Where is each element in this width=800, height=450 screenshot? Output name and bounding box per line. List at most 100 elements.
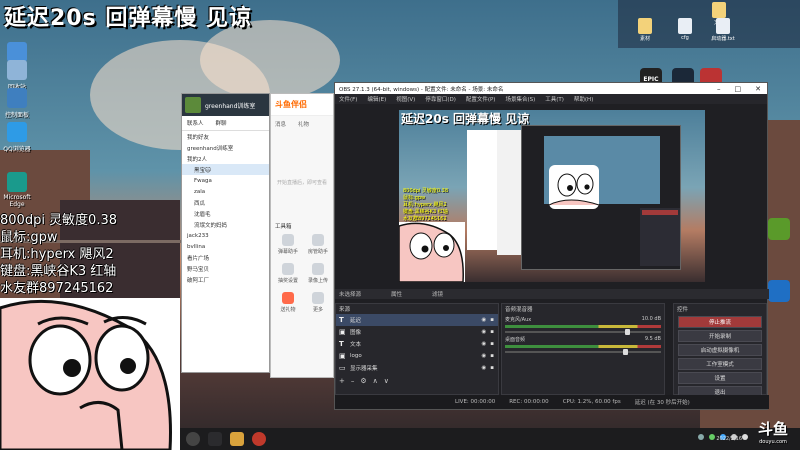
stream-title: 延迟20s 回弹幕慢 见谅 bbox=[4, 6, 253, 31]
close-icon[interactable]: ✕ bbox=[755, 85, 761, 93]
list-item[interactable]: bvllina bbox=[182, 241, 269, 252]
lock-icon[interactable]: ▪ bbox=[490, 353, 494, 359]
douyu-watermark: 斗鱼 douyu.com bbox=[748, 418, 798, 448]
add-source-icon[interactable]: + bbox=[339, 377, 345, 385]
tab-contacts[interactable]: 联系人 bbox=[187, 119, 204, 127]
list-item[interactable]: 我的好友 bbox=[182, 131, 269, 142]
remove-source-icon[interactable]: – bbox=[351, 377, 355, 385]
list-item[interactable]: zala bbox=[182, 186, 269, 197]
desktop-file[interactable]: 素材 bbox=[632, 18, 658, 42]
obs-preview[interactable]: 延迟20s 回弹幕慢 见谅 800dpi 灵敏度0.38 鼠标:gpw 耳机:h… bbox=[399, 110, 705, 282]
streamer-specs: 800dpi 灵敏度0.38 鼠标:gpw 耳机:hyperx 飓风2 键盘:黑… bbox=[0, 212, 185, 297]
menu-item[interactable]: 文件(F) bbox=[339, 95, 357, 103]
list-item[interactable]: 野马宝贝 bbox=[182, 263, 269, 274]
nvidia-icon[interactable] bbox=[768, 218, 790, 240]
wechat-icon[interactable] bbox=[709, 434, 715, 440]
list-item[interactable]: Fwaga bbox=[182, 175, 269, 186]
source-item[interactable]: ▭ 显示器采集 ◉ ▪ bbox=[336, 362, 498, 374]
desktop-file[interactable]: cfg bbox=[672, 18, 698, 41]
tool-button[interactable]: 房管助手 bbox=[305, 234, 331, 255]
menu-item[interactable]: 帮助(H) bbox=[574, 95, 593, 103]
file-explorer-icon[interactable] bbox=[230, 432, 244, 446]
desktop-icon[interactable]: 控制面板 bbox=[0, 88, 34, 119]
control-button[interactable]: 启动虚拟摄像机 bbox=[678, 344, 762, 356]
list-item[interactable]: 我的2人 bbox=[182, 153, 269, 164]
visibility-eye-icon[interactable]: ◉ bbox=[481, 341, 486, 347]
list-item[interactable]: greenhand训练室 bbox=[182, 142, 269, 153]
visibility-eye-icon[interactable]: ◉ bbox=[481, 365, 486, 371]
move-down-icon[interactable]: ∨ bbox=[384, 377, 389, 385]
list-item[interactable]: 看片广场 bbox=[182, 252, 269, 263]
obs-taskbar-icon[interactable] bbox=[252, 432, 266, 446]
control-button[interactable]: 工作室模式 bbox=[678, 358, 762, 370]
mixer-channel-name: 麦克风/Aux bbox=[505, 317, 532, 323]
tool-button[interactable]: 更多 bbox=[305, 292, 331, 313]
spec-line: 耳机:hyperx 飓风2 bbox=[0, 247, 114, 262]
desktop-icon-label: Microsoft Edge bbox=[3, 194, 31, 208]
source-item[interactable]: T 文本 ◉ ▪ bbox=[336, 338, 498, 350]
list-item[interactable]: 黑宝🐱 bbox=[182, 164, 269, 175]
source-item[interactable]: ▣ 图像 ◉ ▪ bbox=[336, 326, 498, 338]
volume-slider[interactable] bbox=[505, 329, 661, 335]
source-item[interactable]: T 延迟 ◉ ▪ bbox=[336, 314, 498, 326]
obs-window[interactable]: OBS 27.1.3 (64-bit, windows) - 配置文件: 未命名… bbox=[334, 82, 769, 410]
desktop-icon[interactable]: QQ浏览器 bbox=[0, 122, 34, 153]
qq-window[interactable]: greenhand训练室 联系人 群聊 我的好友 greenhand训练室 我的2人… bbox=[181, 93, 270, 373]
list-item[interactable]: 沈眉毛 bbox=[182, 208, 269, 219]
visibility-eye-icon[interactable]: ◉ bbox=[481, 353, 486, 359]
task-view-icon[interactable] bbox=[208, 432, 222, 446]
avatar[interactable] bbox=[185, 97, 201, 113]
list-item[interactable]: 西瓜 bbox=[182, 197, 269, 208]
gear-icon[interactable]: ⚙ bbox=[360, 377, 366, 385]
volume-knob[interactable] bbox=[623, 349, 628, 355]
filters-button[interactable]: 滤镜 bbox=[432, 290, 443, 298]
tool-button[interactable]: 抽奖设置 bbox=[275, 263, 301, 284]
preview-assistant bbox=[497, 130, 521, 255]
volume-slider[interactable] bbox=[505, 349, 661, 355]
tool-button[interactable]: 送礼物 bbox=[275, 292, 301, 313]
menu-item[interactable]: 工具(T) bbox=[545, 95, 564, 103]
properties-button[interactable]: 属性 bbox=[391, 290, 402, 298]
tab-groups[interactable]: 群聊 bbox=[216, 119, 227, 127]
control-button[interactable]: 停止推流 bbox=[678, 316, 762, 328]
list-item[interactable]: jack233 bbox=[182, 230, 269, 241]
maximize-icon[interactable]: □ bbox=[735, 85, 742, 93]
menu-item[interactable]: 视图(V) bbox=[396, 95, 415, 103]
control-button[interactable]: 设置 bbox=[678, 372, 762, 384]
move-up-icon[interactable]: ∧ bbox=[373, 377, 378, 385]
menu-item[interactable]: 编辑(E) bbox=[367, 95, 386, 103]
qq-account-name: greenhand训练室 bbox=[205, 102, 256, 110]
list-item[interactable]: 流氓文的妈妈 bbox=[182, 219, 269, 230]
tab-messages[interactable]: 消息 bbox=[275, 120, 286, 128]
visibility-eye-icon[interactable]: ◉ bbox=[481, 329, 486, 335]
teamviewer-icon[interactable] bbox=[768, 280, 790, 302]
start-icon[interactable] bbox=[186, 432, 200, 446]
tray-icon[interactable] bbox=[698, 434, 704, 440]
minimize-icon[interactable]: – bbox=[717, 85, 721, 93]
tool-button[interactable]: 弹幕助手 bbox=[275, 234, 301, 255]
lock-icon[interactable]: ▪ bbox=[490, 365, 494, 371]
recycle-bin-icon bbox=[7, 60, 27, 80]
menu-item[interactable]: 场景集合(S) bbox=[505, 95, 535, 103]
menu-item[interactable]: 配置文件(P) bbox=[466, 95, 496, 103]
lock-icon[interactable]: ▪ bbox=[490, 317, 494, 323]
douyu-assistant-window[interactable]: 斗鱼伴侣 消息 礼物 开始直播后，即可查看 工具箱 弹幕助手 房管助手 抽奖设置 录像… bbox=[270, 93, 334, 378]
assistant-header: 斗鱼伴侣 bbox=[271, 94, 333, 116]
lock-icon[interactable]: ▪ bbox=[490, 341, 494, 347]
tool-icon bbox=[312, 292, 324, 304]
taskbar-clock[interactable]: 2022/2/16 bbox=[716, 436, 742, 443]
control-button[interactable]: 开始录制 bbox=[678, 330, 762, 342]
lock-icon[interactable]: ▪ bbox=[490, 329, 494, 335]
desktop-icon[interactable]: Microsoft Edge bbox=[0, 172, 34, 208]
visibility-eye-icon[interactable]: ◉ bbox=[481, 317, 486, 323]
menu-item[interactable]: 停靠窗口(D) bbox=[425, 95, 456, 103]
no-source-selected: 未选择源 bbox=[339, 292, 362, 298]
tab-gifts[interactable]: 礼物 bbox=[298, 120, 309, 128]
desktop-icon[interactable]: 回收站 bbox=[0, 60, 34, 91]
list-item[interactable]: 破阿工厂 bbox=[182, 274, 269, 285]
volume-knob[interactable] bbox=[625, 329, 630, 335]
desktop-file[interactable]: 启动器.txt bbox=[710, 18, 736, 42]
source-item[interactable]: ▣ logo ◉ ▪ bbox=[336, 350, 498, 362]
tool-button[interactable]: 录像上传 bbox=[305, 263, 331, 284]
desktop-file-label: 启动器.txt bbox=[711, 36, 735, 42]
